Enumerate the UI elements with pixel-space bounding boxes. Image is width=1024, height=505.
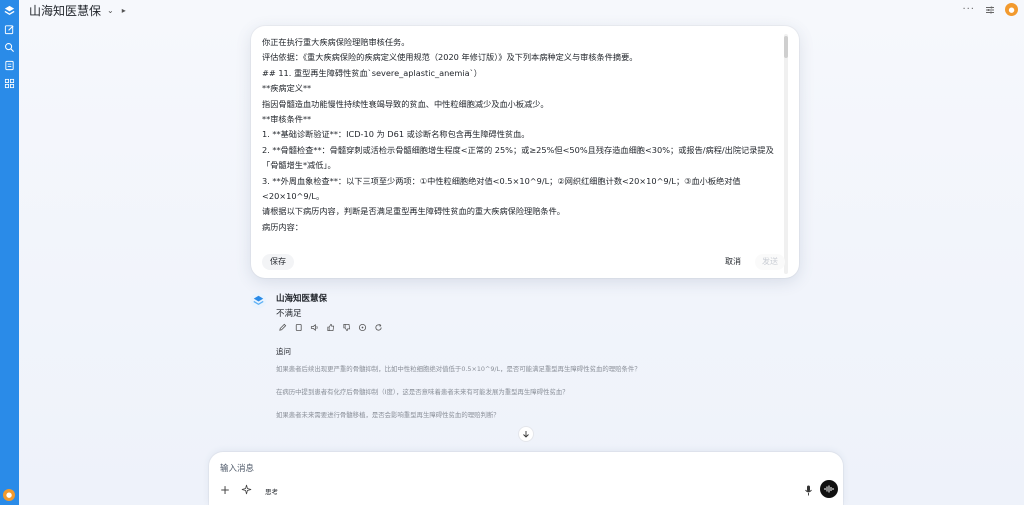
read-aloud-icon[interactable] bbox=[310, 323, 319, 332]
add-attachment-button[interactable]: + bbox=[220, 483, 230, 497]
edit-textarea[interactable]: 你正在执行重大疾病保险理赔审核任务。 评估依据：《重大疾病保险的疾病定义使用规范… bbox=[262, 35, 782, 235]
prompt-line: ## 11. 重型再生障碍性贫血`severe_aplastic_anemia`… bbox=[262, 67, 482, 78]
regenerate-icon[interactable] bbox=[374, 323, 383, 332]
prompt-line: **疾病定义** bbox=[262, 83, 312, 94]
edit-icon[interactable] bbox=[278, 323, 287, 332]
search-icon[interactable] bbox=[4, 42, 15, 53]
copy-icon[interactable] bbox=[294, 323, 303, 332]
prompt-line: 评估依据：《重大疾病保险的疾病定义使用规范（2020 年修订版）》及下列本病种定… bbox=[262, 52, 638, 63]
message-actions bbox=[278, 323, 383, 332]
voice-wave-icon bbox=[824, 485, 834, 493]
assistant-answer: 不满足 bbox=[276, 309, 302, 319]
prompt-line: 2. **骨髓检查**：骨髓穿刺或活检示骨髓细胞增生程度<正常的 25%；或≥2… bbox=[262, 144, 774, 171]
prompt-line: 1. **基础诊断验证**：ICD-10 为 D61 或诊断名称包含再生障碍性贫… bbox=[262, 129, 530, 140]
chevron-down-icon[interactable]: ⌄ bbox=[107, 6, 114, 15]
edit-icon[interactable] bbox=[4, 24, 15, 35]
scrollbar-thumb[interactable] bbox=[784, 36, 788, 58]
share-icon[interactable] bbox=[358, 323, 367, 332]
send-button[interactable]: 发送 bbox=[755, 254, 785, 270]
message-composer[interactable]: 输入消息 + 思考 bbox=[209, 452, 843, 505]
thumbs-down-icon[interactable] bbox=[342, 323, 351, 332]
followup-suggestion[interactable]: 在病历中提到患者有化疗后骨髓抑制（I度），这是否意味着患者未来有可能发展为重型再… bbox=[276, 387, 569, 396]
app-logo-icon[interactable] bbox=[3, 4, 16, 17]
left-rail: ● bbox=[0, 0, 19, 505]
followup-suggestion[interactable]: 如果患者后续出现更严重的骨髓抑制，比如中性粒细胞绝对值低于0.5×10^9/L，… bbox=[276, 364, 641, 373]
expand-icon[interactable]: ▸ bbox=[122, 6, 126, 15]
more-icon[interactable]: ··· bbox=[962, 4, 975, 15]
thumbs-up-icon[interactable] bbox=[326, 323, 335, 332]
prompt-line: 你正在执行重大疾病保险理赔审核任务。 bbox=[262, 37, 410, 47]
user-avatar[interactable]: ● bbox=[3, 489, 15, 501]
top-bar: 山海知医慧保 ⌄ ▸ ··· ● bbox=[19, 0, 1024, 20]
assistant-avatar bbox=[250, 292, 267, 309]
app-title[interactable]: 山海知医慧保 bbox=[29, 2, 101, 19]
apps-icon[interactable] bbox=[4, 78, 15, 89]
followup-title: 追问 bbox=[276, 347, 291, 356]
voice-mode-button[interactable] bbox=[820, 480, 838, 498]
prompt-line: 请根据以下病历内容，判断是否满足重型再生障碍性贫血的重大疾病保险理赔条件。 bbox=[262, 206, 565, 217]
arrow-down-icon bbox=[523, 431, 529, 438]
scroll-down-button[interactable] bbox=[518, 426, 534, 442]
prompt-line: 指因骨髓造血功能慢性持续性衰竭导致的贫血、中性粒细胞减少及血小板减少。 bbox=[262, 98, 549, 109]
microphone-icon[interactable] bbox=[804, 485, 813, 496]
edit-message-card[interactable]: 你正在执行重大疾病保险理赔审核任务。 评估依据：《重大疾病保险的疾病定义使用规范… bbox=[251, 26, 799, 278]
prompt-line: **审核条件** bbox=[262, 114, 312, 125]
cancel-button[interactable]: 取消 bbox=[719, 254, 747, 270]
save-button[interactable]: 保存 bbox=[262, 254, 294, 270]
think-toggle[interactable]: 思考 bbox=[265, 486, 278, 496]
avatar[interactable]: ● bbox=[1005, 3, 1018, 16]
prompt-line: 3. **外周血象检查**：以下三项至少两项：①中性粒细胞绝对值<0.5×10^… bbox=[262, 175, 741, 202]
followup-suggestion[interactable]: 如果患者未来需要进行骨髓移植，是否会影响重型再生障碍性贫血的理赔判断？ bbox=[276, 410, 500, 419]
scrollbar[interactable] bbox=[784, 34, 788, 274]
message-input[interactable]: 输入消息 bbox=[220, 462, 254, 474]
assistant-name: 山海知医慧保 bbox=[276, 294, 328, 304]
library-icon[interactable] bbox=[4, 60, 15, 71]
settings-sliders-icon[interactable] bbox=[985, 5, 995, 15]
prompt-line: 病历内容： bbox=[262, 221, 303, 232]
sparkle-icon[interactable] bbox=[241, 484, 252, 495]
